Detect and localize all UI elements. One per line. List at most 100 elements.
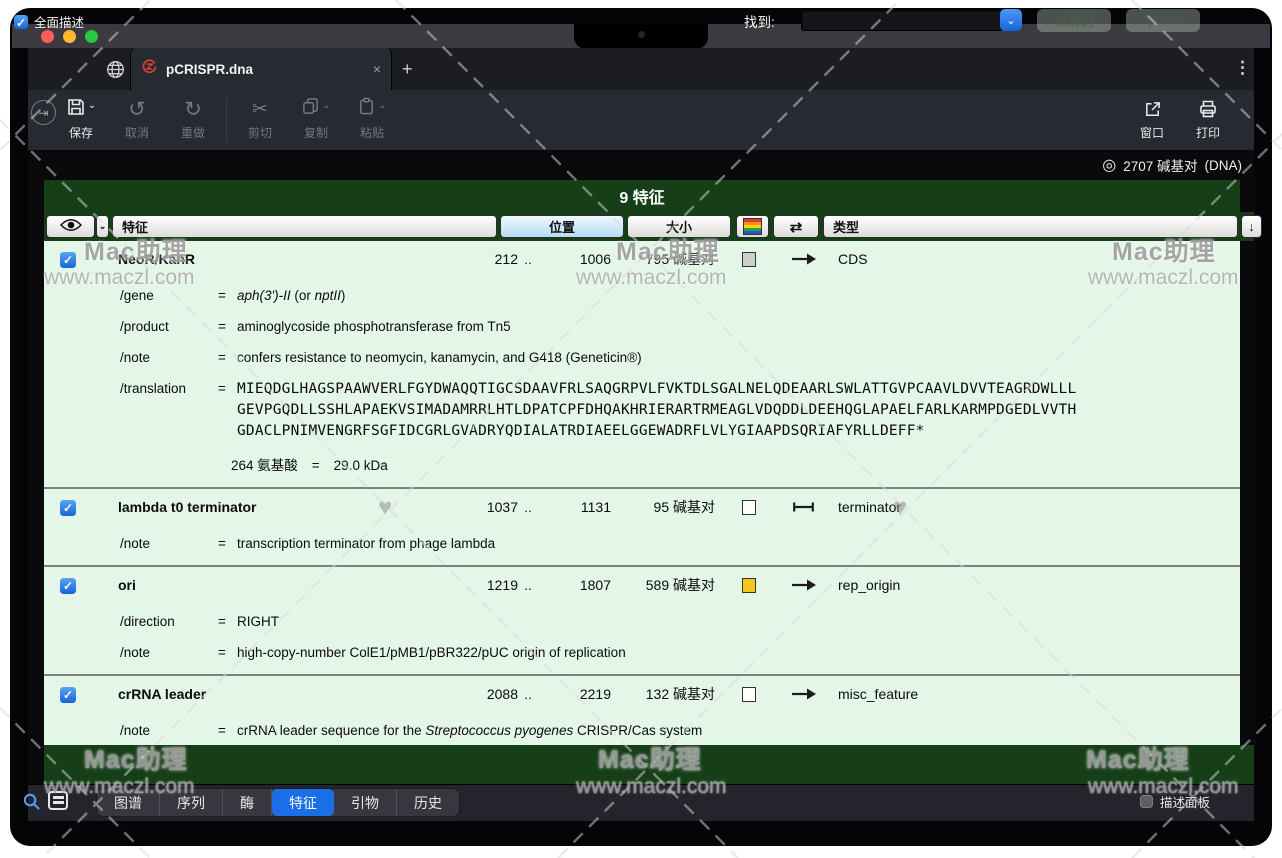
feature-size: 589 碱基对	[611, 575, 721, 595]
table-row[interactable]: ori 1219..1807 589 碱基对 rep_origin /direc…	[44, 567, 1240, 676]
minimize-window-button[interactable]	[63, 30, 76, 43]
sort-direction-button[interactable]: ↓	[1241, 215, 1262, 238]
features-table: NeoR/KanR 212..1006 795 碱基对 CDS /gene=ap…	[44, 241, 1240, 745]
window-button[interactable]: 窗口	[1124, 96, 1180, 141]
column-position-button[interactable]: 位置	[500, 215, 624, 238]
find-bar	[44, 745, 1254, 784]
camera-dot	[638, 31, 645, 38]
find-label: 找到:	[744, 11, 775, 31]
down-arrow-icon: ↓	[1248, 219, 1255, 234]
right-rail	[1240, 180, 1256, 745]
feature-name: ori	[118, 577, 448, 593]
redo-button[interactable]: ↻ 重做	[165, 96, 221, 141]
feature-size: 95 碱基对	[611, 497, 721, 517]
qualifier-row: /translation=MIEQDGLHAGSPAAWVERLFGYDWAQQ…	[44, 379, 1240, 442]
list-view-icon[interactable]	[48, 791, 68, 810]
feature-color-swatch	[742, 687, 756, 702]
tab-sequence[interactable]: 序列	[160, 789, 223, 816]
feature-position: 2088..2219	[448, 686, 611, 702]
feature-direction-icon	[776, 688, 831, 700]
column-direction-button[interactable]: ⇄	[773, 215, 819, 238]
external-window-icon	[1124, 96, 1180, 122]
feature-checkbox[interactable]	[60, 578, 76, 594]
save-icon	[66, 97, 86, 122]
describe-all-checkbox[interactable]	[14, 15, 28, 29]
undo-button[interactable]: ↺ 取消	[109, 96, 165, 141]
tab-features[interactable]: 特征	[272, 789, 334, 816]
find-dropdown-button[interactable]: ⌄	[1000, 9, 1022, 31]
globe-icon[interactable]	[106, 60, 125, 84]
zoom-window-button[interactable]	[85, 30, 98, 43]
column-type-button[interactable]: 类型	[823, 215, 1238, 238]
paste-dropdown-caret[interactable]: ⌄	[378, 100, 386, 111]
qualifier-row: /direction=RIGHT	[44, 612, 1240, 631]
feature-color-swatch	[742, 500, 756, 515]
paste-icon	[357, 97, 376, 121]
feature-color-swatch	[742, 578, 756, 593]
view-tabs: 图谱 序列 酶 特征 引物 历史	[96, 788, 460, 817]
redo-icon: ↻	[165, 96, 221, 122]
feature-direction-icon	[776, 253, 831, 265]
find-input[interactable]	[801, 9, 1003, 31]
feature-checkbox[interactable]	[60, 500, 76, 516]
copy-dropdown-caret[interactable]: ⌄	[322, 100, 330, 111]
sequence-length: 2707 碱基对	[1123, 155, 1197, 175]
tab-enzymes[interactable]: 酶	[223, 789, 272, 816]
undo-icon: ↺	[109, 96, 165, 122]
column-size-button[interactable]: 大小	[627, 215, 731, 238]
feature-position: 1037..1131	[448, 499, 611, 515]
feature-name: NeoR/KanR	[118, 251, 448, 267]
cut-button[interactable]: ✂ 剪切	[232, 96, 288, 141]
feature-color-swatch	[742, 252, 756, 267]
app-logo-icon	[141, 58, 158, 80]
scissors-icon: ✂	[232, 96, 288, 122]
overflow-menu-icon[interactable]: ⋮	[1234, 58, 1251, 78]
swap-arrows-icon: ⇄	[790, 218, 803, 236]
feature-type: rep_origin	[831, 577, 1240, 593]
qualifier-row: /note=high-copy-number ColE1/pMB1/pBR322…	[44, 643, 1240, 662]
tab-map[interactable]: 图谱	[97, 789, 160, 816]
paste-button[interactable]: ⌄ 粘贴	[344, 96, 400, 141]
feature-type: misc_feature	[831, 686, 1240, 702]
save-button[interactable]: ⌄ 保存	[53, 96, 109, 141]
document-tab[interactable]: pCRISPR.dna ×	[130, 48, 392, 90]
tab-history[interactable]: 历史	[397, 789, 459, 816]
feature-size: 132 碱基对	[611, 684, 721, 704]
feature-checkbox[interactable]	[60, 687, 76, 703]
amino-acid-summary: 264 氨基酸=29.0 kDa	[44, 456, 1240, 475]
find-previous-button[interactable]: 以前的	[1037, 9, 1111, 32]
topology-icon: ◎	[1102, 155, 1116, 175]
eye-icon	[60, 218, 82, 235]
find-next-button[interactable]: 下一个	[1126, 9, 1200, 32]
print-button[interactable]: 打印	[1180, 96, 1236, 141]
qualifier-row: /note=crRNA leader sequence for the Stre…	[44, 721, 1240, 740]
tab-primers[interactable]: 引物	[334, 789, 397, 816]
table-row[interactable]: crRNA leader 2088..2219 132 碱基对 misc_fea…	[44, 676, 1240, 745]
feature-name: crRNA leader	[118, 686, 448, 702]
qualifier-row: /note=transcription terminator from phag…	[44, 534, 1240, 553]
column-color-button[interactable]	[736, 215, 769, 238]
qualifier-row: /gene=aph(3')-II (or nptII)	[44, 286, 1240, 305]
describe-panel-checkbox[interactable]	[1140, 795, 1153, 808]
printer-icon	[1180, 96, 1236, 122]
qualifier-row: /note=confers resistance to neomycin, ka…	[44, 348, 1240, 367]
copy-icon	[301, 97, 320, 121]
copy-button[interactable]: ⌄ 复制	[288, 96, 344, 141]
save-dropdown-caret[interactable]: ⌄	[88, 100, 96, 111]
left-rail	[28, 180, 44, 784]
column-feature-button[interactable]: 特征	[112, 215, 497, 238]
describe-panel-label: 描述面板	[1160, 792, 1210, 811]
feature-size: 795 碱基对	[611, 249, 721, 269]
feature-checkbox[interactable]	[60, 252, 76, 268]
close-window-button[interactable]	[41, 30, 54, 43]
tab-close-icon[interactable]: ×	[373, 61, 381, 77]
feature-position: 1219..1807	[448, 577, 611, 593]
new-tab-button[interactable]: +	[402, 60, 413, 78]
table-row[interactable]: NeoR/KanR 212..1006 795 碱基对 CDS /gene=ap…	[44, 241, 1240, 489]
table-row[interactable]: lambda t0 terminator 1037..1131 95 碱基对 t…	[44, 489, 1240, 567]
visibility-button[interactable]	[46, 215, 95, 238]
visibility-dropdown-button[interactable]: ⌄	[96, 215, 109, 238]
features-count-title: 9 特征	[619, 184, 664, 208]
search-icon[interactable]	[22, 792, 41, 816]
feature-type: terminator	[831, 499, 1240, 515]
